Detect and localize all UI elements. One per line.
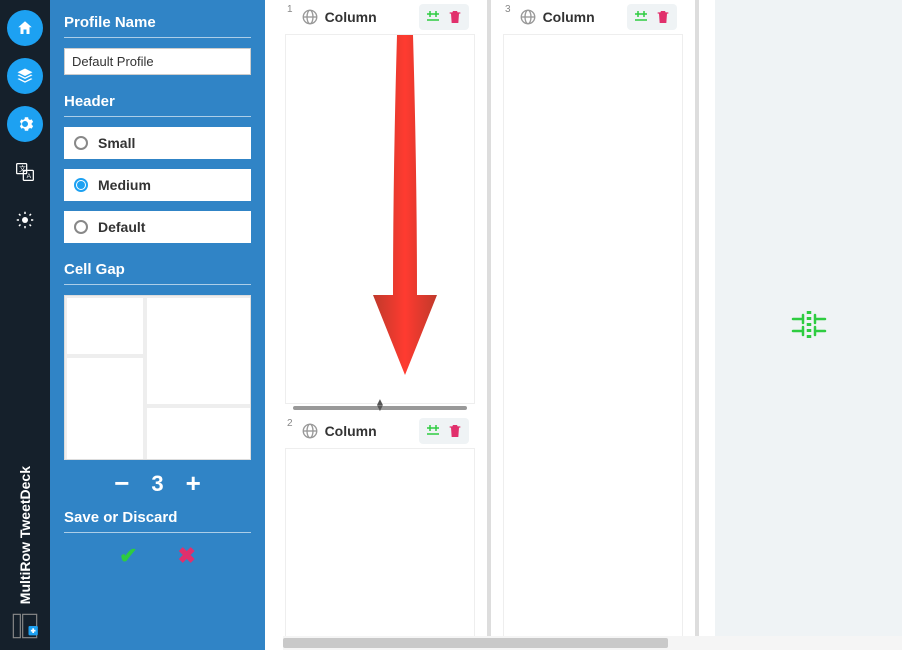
nav-translate[interactable]: 文A: [7, 154, 43, 190]
header-label: Header: [64, 93, 251, 110]
layers-icon: [16, 67, 34, 85]
nav-home[interactable]: [7, 10, 43, 46]
save-discard-label: Save or Discard: [64, 509, 251, 526]
column-group-1: 1 Column ▲▼: [285, 0, 475, 650]
column-header-3: 3 Column: [503, 0, 683, 34]
globe-icon: [301, 8, 319, 26]
nav-theme[interactable]: [7, 202, 43, 238]
column-divider[interactable]: [487, 0, 491, 650]
header-option-medium[interactable]: Medium: [64, 169, 251, 201]
discard-button[interactable]: ✖: [178, 543, 196, 569]
profile-name-input[interactable]: [64, 48, 251, 75]
nav-rail: 文A MultiRow TweetDeck: [0, 0, 50, 650]
brightness-icon: [16, 211, 34, 229]
column-header-2: 2 Column: [285, 414, 475, 448]
workspace: 1 Column ▲▼: [265, 0, 902, 650]
column-insert-area[interactable]: [715, 0, 902, 650]
scrollbar-thumb[interactable]: [283, 638, 668, 648]
cell-gap-label: Cell Gap: [64, 261, 251, 278]
split-icon: [632, 8, 650, 26]
brand-logo[interactable]: [11, 612, 39, 640]
column-delete-button[interactable]: [445, 7, 465, 27]
column-delete-button[interactable]: [653, 7, 673, 27]
cell-gap-preview: [64, 295, 251, 460]
gear-icon: [16, 115, 34, 133]
column-split-button[interactable]: [423, 7, 443, 27]
cell-gap-value: 3: [151, 471, 163, 497]
column-split-button[interactable]: [631, 7, 651, 27]
radio-icon: [74, 178, 88, 192]
column-split-button[interactable]: [423, 421, 443, 441]
column-group-3: 3 Column: [503, 0, 683, 650]
home-icon: [16, 19, 34, 37]
brand-line1: MultiRow: [17, 542, 33, 604]
brand-line2: TweetDeck: [17, 466, 33, 538]
split-icon: [424, 422, 442, 440]
translate-icon: 文A: [15, 162, 35, 182]
radio-label: Default: [98, 219, 145, 235]
svg-text:A: A: [27, 173, 32, 180]
resize-grip-icon: ▲▼: [375, 400, 385, 412]
column-number: 3: [505, 4, 511, 15]
column-number: 1: [287, 4, 293, 15]
column-divider[interactable]: [695, 0, 699, 650]
profile-name-label: Profile Name: [64, 14, 251, 31]
globe-icon: [519, 8, 537, 26]
column-label: Column: [325, 423, 413, 439]
nav-layers[interactable]: [7, 58, 43, 94]
save-button[interactable]: ✔: [119, 543, 137, 569]
radio-icon: [74, 220, 88, 234]
column-body-3: [503, 34, 683, 650]
column-header-1: 1 Column: [285, 0, 475, 34]
column-number: 2: [287, 418, 293, 429]
rail-brand: MultiRow TweetDeck: [0, 466, 50, 640]
cell-gap-increase[interactable]: +: [186, 468, 201, 499]
settings-panel: Profile Name Header Small Medium Default: [50, 0, 265, 650]
row-resize-handle[interactable]: ▲▼: [293, 406, 467, 410]
radio-label: Small: [98, 135, 135, 151]
trash-icon: [447, 9, 463, 25]
header-option-default[interactable]: Default: [64, 211, 251, 243]
insert-column-icon: [789, 307, 829, 343]
cell-gap-decrease[interactable]: −: [114, 468, 129, 499]
radio-icon: [74, 136, 88, 150]
column-label: Column: [543, 9, 621, 25]
globe-icon: [301, 422, 319, 440]
trash-icon: [447, 423, 463, 439]
column-delete-button[interactable]: [445, 421, 465, 441]
horizontal-scrollbar[interactable]: [283, 636, 902, 650]
column-body-1: [285, 34, 475, 404]
svg-text:文: 文: [19, 164, 26, 173]
column-body-2: [285, 448, 475, 650]
split-icon: [424, 8, 442, 26]
nav-settings[interactable]: [7, 106, 43, 142]
radio-label: Medium: [98, 177, 151, 193]
header-option-small[interactable]: Small: [64, 127, 251, 159]
column-label: Column: [325, 9, 413, 25]
trash-icon: [655, 9, 671, 25]
